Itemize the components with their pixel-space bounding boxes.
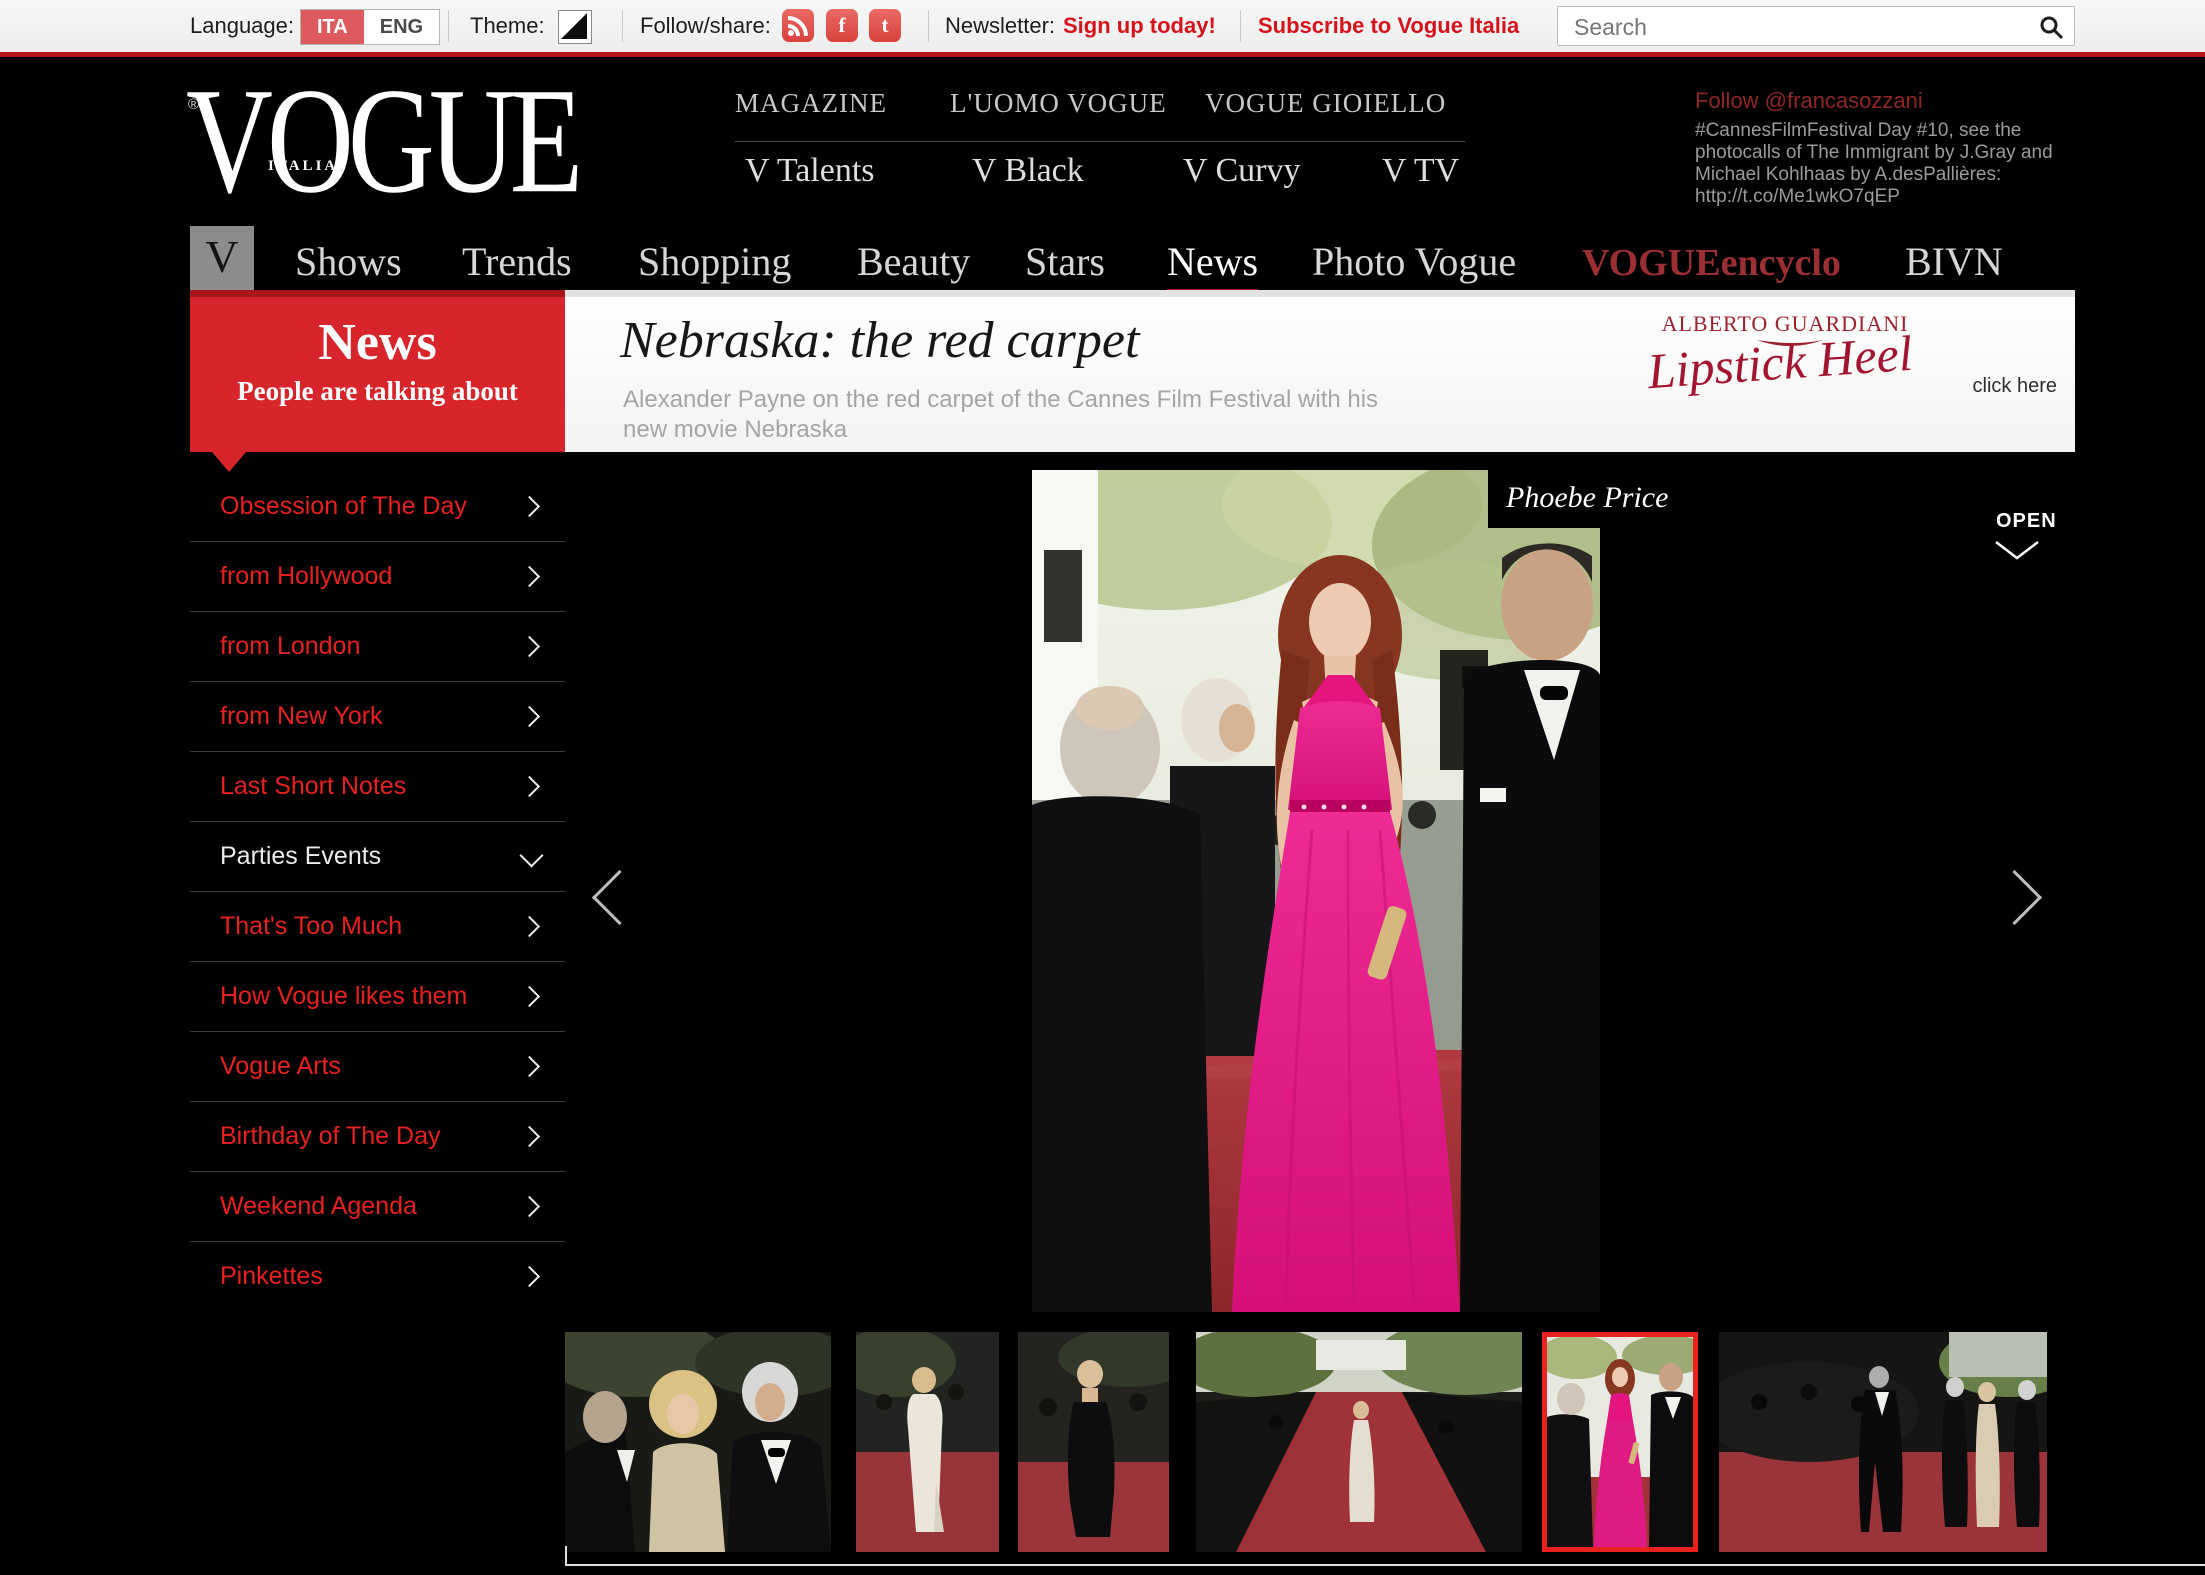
photo-caption: Phoebe Price <box>1488 470 1698 528</box>
menu-magazine[interactable]: MAGAZINE <box>735 88 887 119</box>
chevron-down-icon[interactable] <box>1994 540 2040 567</box>
divider <box>565 1564 2205 1566</box>
sidebar-item-from-hollywood[interactable]: from Hollywood <box>190 542 565 612</box>
nav-news[interactable]: News <box>1167 238 1258 293</box>
sidebar-item-weekend-agenda[interactable]: Weekend Agenda <box>190 1172 565 1242</box>
menu-luomo-vogue[interactable]: L'UOMO VOGUE <box>950 88 1167 119</box>
search-box <box>1557 6 2075 46</box>
chevron-right-icon <box>519 1266 540 1287</box>
main-photo[interactable] <box>1032 470 1600 1312</box>
thumbnail-6[interactable] <box>1719 1332 2047 1552</box>
twitter-widget: Follow @francasozzani #CannesFilmFestiva… <box>1695 88 2090 208</box>
newsletter-signup-link[interactable]: Sign up today! <box>1063 0 1216 52</box>
sidebar-item-last-short-notes[interactable]: Last Short Notes <box>190 752 565 822</box>
chevron-right-icon <box>519 1196 540 1217</box>
sidebar-item-from-london[interactable]: from London <box>190 612 565 682</box>
nav-photo-vogue[interactable]: Photo Vogue <box>1312 238 1516 285</box>
language-toggle: ITA ENG <box>300 9 440 45</box>
chevron-right-icon <box>519 986 540 1007</box>
open-button[interactable]: OPEN <box>1996 510 2057 533</box>
rss-icon[interactable] <box>782 9 814 42</box>
chevron-right-icon <box>519 916 540 937</box>
nav-stars[interactable]: Stars <box>1025 238 1105 285</box>
thumbnail-4[interactable] <box>1196 1332 1522 1552</box>
logo-region-label: ITALIA <box>268 158 338 175</box>
chevron-right-icon <box>519 636 540 657</box>
carousel-prev-arrow[interactable] <box>592 870 647 925</box>
chevron-right-icon <box>519 776 540 797</box>
divider <box>1240 10 1241 42</box>
newsletter-label: Newsletter: <box>945 0 1055 52</box>
menu-v-black[interactable]: V Black <box>972 152 1084 190</box>
nav-vogueencyclo[interactable]: VOGUEencyclo <box>1582 241 1841 285</box>
ad-click-here-link[interactable]: click here <box>1973 375 2057 398</box>
follow-share-label: Follow/share: <box>640 0 771 52</box>
chevron-right-icon <box>519 566 540 587</box>
article-header-panel: Nebraska: the red carpet Alexander Payne… <box>565 297 2075 452</box>
search-input[interactable] <box>1572 7 2016 47</box>
article-title: Nebraska: the red carpet <box>620 311 1139 370</box>
sidebar-item-pinkettes[interactable]: Pinkettes <box>190 1242 565 1311</box>
menu-vogue-gioiello[interactable]: VOGUE GIOIELLO <box>1205 88 1446 119</box>
section-header-news: News People are talking about <box>190 297 565 452</box>
thumbnail-1[interactable] <box>565 1332 831 1552</box>
sidebar-item-thats-too-much[interactable]: That's Too Much <box>190 892 565 962</box>
nav-v-tab[interactable]: V <box>190 226 254 290</box>
nav-trends[interactable]: Trends <box>462 238 572 285</box>
nav-bivn[interactable]: BIVN <box>1905 238 2003 285</box>
sidebar-item-vogue-arts[interactable]: Vogue Arts <box>190 1032 565 1102</box>
chevron-down-icon <box>519 843 543 867</box>
divider <box>565 1546 567 1566</box>
sidebar-item-from-new-york[interactable]: from New York <box>190 682 565 752</box>
chevron-right-icon <box>519 706 540 727</box>
section-pointer <box>212 452 246 472</box>
article-subtitle: Alexander Payne on the red carpet of the… <box>623 385 1423 445</box>
menu-v-curvy[interactable]: V Curvy <box>1183 152 1300 190</box>
carousel-next-arrow[interactable] <box>1987 870 2042 925</box>
divider <box>928 10 929 42</box>
nav-underline-light <box>565 290 2075 297</box>
vogue-italia-page: Language: ITA ENG Theme: Follow/share: f… <box>0 0 2205 1575</box>
nav-shopping[interactable]: Shopping <box>638 238 791 285</box>
nav-shows[interactable]: Shows <box>295 238 402 285</box>
menu-v-talents[interactable]: V Talents <box>745 152 875 190</box>
subscribe-link[interactable]: Subscribe to Vogue Italia <box>1258 0 1519 52</box>
twitter-icon[interactable]: t <box>869 9 901 42</box>
chevron-right-icon <box>519 1056 540 1077</box>
language-label: Language: <box>190 0 294 52</box>
search-icon[interactable] <box>2038 14 2064 45</box>
section-subtitle: People are talking about <box>190 376 565 407</box>
language-eng-button[interactable]: ENG <box>364 10 439 44</box>
vogue-logo[interactable]: VOGUE <box>186 66 577 217</box>
accent-divider <box>0 52 2205 57</box>
sidebar-item-birthday-of-the-day[interactable]: Birthday of The Day <box>190 1102 565 1172</box>
sidebar-item-parties-events[interactable]: Parties Events <box>190 822 565 892</box>
sidebar-item-obsession-of-the-day[interactable]: Obsession of The Day <box>190 472 565 542</box>
theme-label: Theme: <box>470 0 545 52</box>
thumbnail-3[interactable] <box>1018 1332 1169 1552</box>
facebook-icon[interactable]: f <box>826 9 858 42</box>
tweet-text: #CannesFilmFestival Day #10, see the pho… <box>1695 120 2090 208</box>
language-ita-button[interactable]: ITA <box>301 10 364 44</box>
news-sidebar: Obsession of The Day from Hollywood from… <box>190 472 565 1311</box>
twitter-follow-link[interactable]: Follow @francasozzani <box>1695 88 2090 114</box>
divider <box>735 141 1465 142</box>
menu-v-tv[interactable]: V TV <box>1382 152 1459 190</box>
top-utility-bar: Language: ITA ENG Theme: Follow/share: f… <box>0 0 2205 52</box>
theme-contrast-icon[interactable] <box>558 10 592 44</box>
thumbnail-2[interactable] <box>856 1332 999 1552</box>
nav-underline-red <box>190 290 565 297</box>
divider <box>448 10 449 42</box>
section-title: News <box>190 313 565 372</box>
thumbnail-5-selected[interactable] <box>1542 1332 1698 1552</box>
chevron-right-icon <box>519 1126 540 1147</box>
divider <box>622 10 623 42</box>
trademark-symbol: ® <box>188 96 199 113</box>
nav-beauty[interactable]: Beauty <box>857 238 970 285</box>
sidebar-item-how-vogue-likes-them[interactable]: How Vogue likes them <box>190 962 565 1032</box>
chevron-right-icon <box>519 496 540 517</box>
